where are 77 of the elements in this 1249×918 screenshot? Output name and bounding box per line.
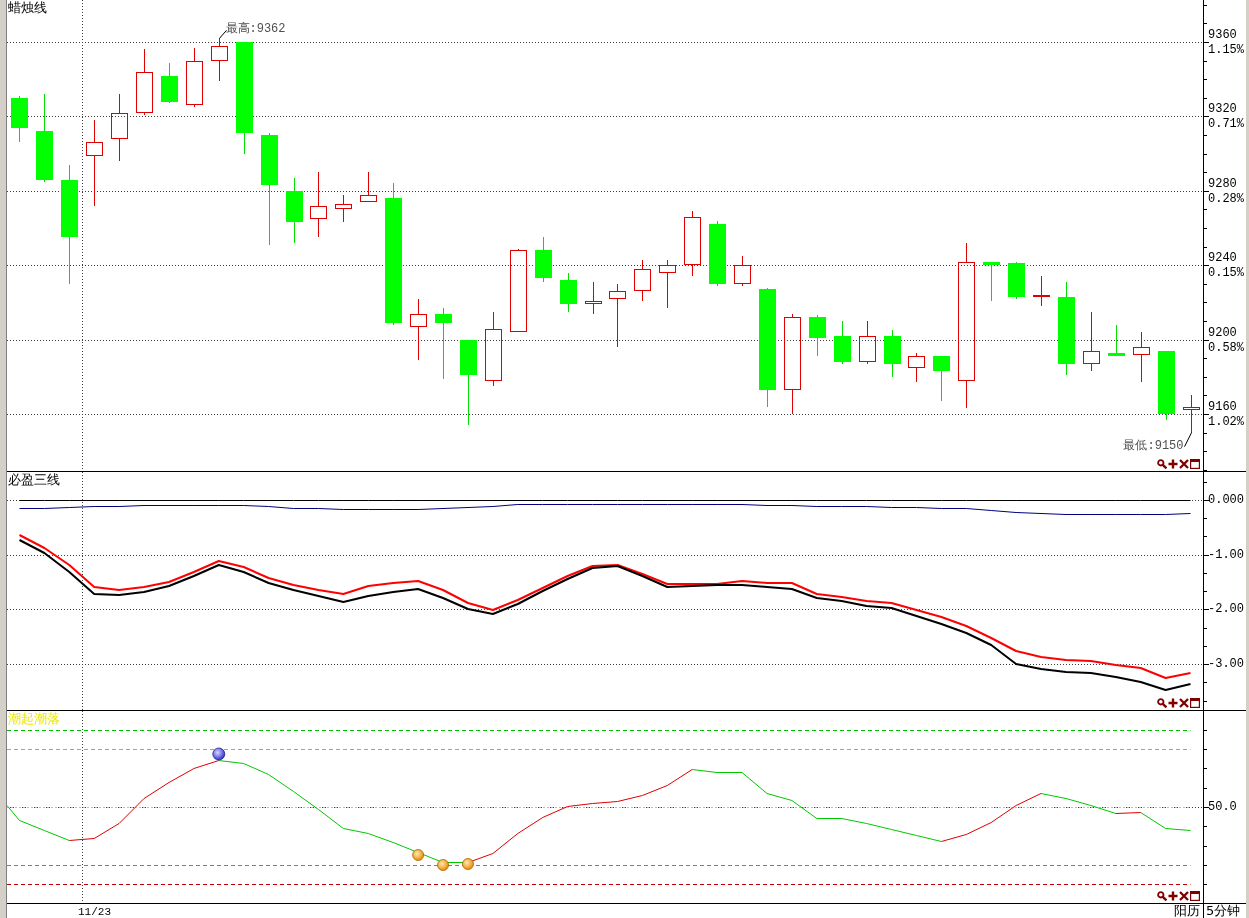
percent-label: 1.15% — [1208, 44, 1244, 57]
price-annotation: 最低:9150 — [1123, 438, 1184, 454]
percent-label: 0.71% — [1208, 118, 1244, 131]
candlestick — [1133, 331, 1150, 383]
candlestick — [560, 272, 577, 313]
leader-line — [1184, 432, 1192, 448]
candlestick — [709, 220, 726, 287]
candlestick — [884, 329, 901, 378]
candlestick — [211, 37, 228, 82]
axis-label: 9160 — [1208, 401, 1237, 414]
candlestick — [585, 281, 602, 315]
window-icon[interactable] — [1190, 459, 1200, 469]
plus-icon[interactable] — [1168, 698, 1178, 708]
candlestick — [1183, 394, 1200, 434]
magnifier-icon[interactable] — [1157, 891, 1167, 901]
magnifier-icon[interactable] — [1157, 459, 1167, 469]
close-icon[interactable] — [1179, 891, 1189, 901]
leader-line — [219, 29, 227, 39]
period-label: 5分钟 — [1205, 904, 1242, 918]
candlestick — [286, 177, 303, 244]
signal-dot-icon — [412, 849, 425, 861]
close-icon[interactable] — [1179, 698, 1189, 708]
candlestick — [859, 320, 876, 365]
axis-label: 9360 — [1208, 29, 1237, 42]
axis-label: 9200 — [1208, 326, 1237, 339]
plus-icon[interactable] — [1168, 459, 1178, 469]
candlestick — [933, 355, 950, 402]
window-icon[interactable] — [1190, 698, 1200, 708]
candlestick — [410, 298, 427, 361]
candlestick — [310, 171, 327, 238]
percent-label: 0.28% — [1208, 192, 1244, 205]
percent-label: 1.02% — [1208, 416, 1244, 429]
axis-label: -1.00 — [1208, 548, 1244, 561]
axis-label: 50.0 — [1208, 801, 1237, 813]
percent-label: 0.15% — [1208, 267, 1244, 280]
candlestick — [1108, 324, 1125, 357]
candlestick — [111, 93, 128, 162]
axis-label: 9240 — [1208, 252, 1237, 265]
candlestick — [11, 95, 28, 143]
candlestick — [659, 259, 676, 309]
percent-label: 0.58% — [1208, 341, 1244, 354]
price-annotation: 最高:9362 — [225, 22, 286, 38]
candlestick — [136, 48, 153, 116]
candlestick — [609, 283, 626, 348]
candlestick — [734, 255, 751, 287]
calendar-label: 阳历 — [1174, 904, 1201, 918]
date-label: 11/23 — [78, 906, 111, 918]
candlestick — [684, 210, 701, 277]
panel-title: 必盈三线 — [8, 472, 60, 487]
candlestick — [535, 236, 552, 283]
candlestick — [186, 47, 203, 108]
close-icon[interactable] — [1179, 459, 1189, 469]
axis-label: 9320 — [1208, 103, 1237, 116]
axis-label: 0.000 — [1208, 493, 1244, 506]
candlestick — [1083, 311, 1100, 372]
candlestick — [834, 320, 851, 365]
signal-dot-icon — [462, 858, 474, 870]
candlestick — [360, 171, 377, 203]
candlestick — [809, 314, 826, 357]
candlestick — [908, 352, 925, 383]
panel-title: 蜡烛线 — [8, 0, 47, 15]
candlestick — [634, 259, 651, 302]
candlestick — [1033, 275, 1050, 307]
signal-dot-icon — [437, 859, 449, 871]
candlestick — [161, 62, 178, 104]
candlestick — [1008, 261, 1025, 300]
candlestick — [1158, 350, 1175, 421]
axis-label: -3.00 — [1208, 658, 1244, 671]
axis-label: -2.00 — [1208, 603, 1244, 616]
candlestick — [335, 194, 352, 223]
axis-label: 9280 — [1208, 177, 1237, 190]
window-icon[interactable] — [1190, 891, 1200, 901]
signal-dot-icon — [212, 747, 226, 761]
magnifier-icon[interactable] — [1157, 698, 1167, 708]
panel-title: 潮起潮落 — [8, 711, 60, 726]
plus-icon[interactable] — [1168, 891, 1178, 901]
candlestick — [983, 261, 1000, 302]
